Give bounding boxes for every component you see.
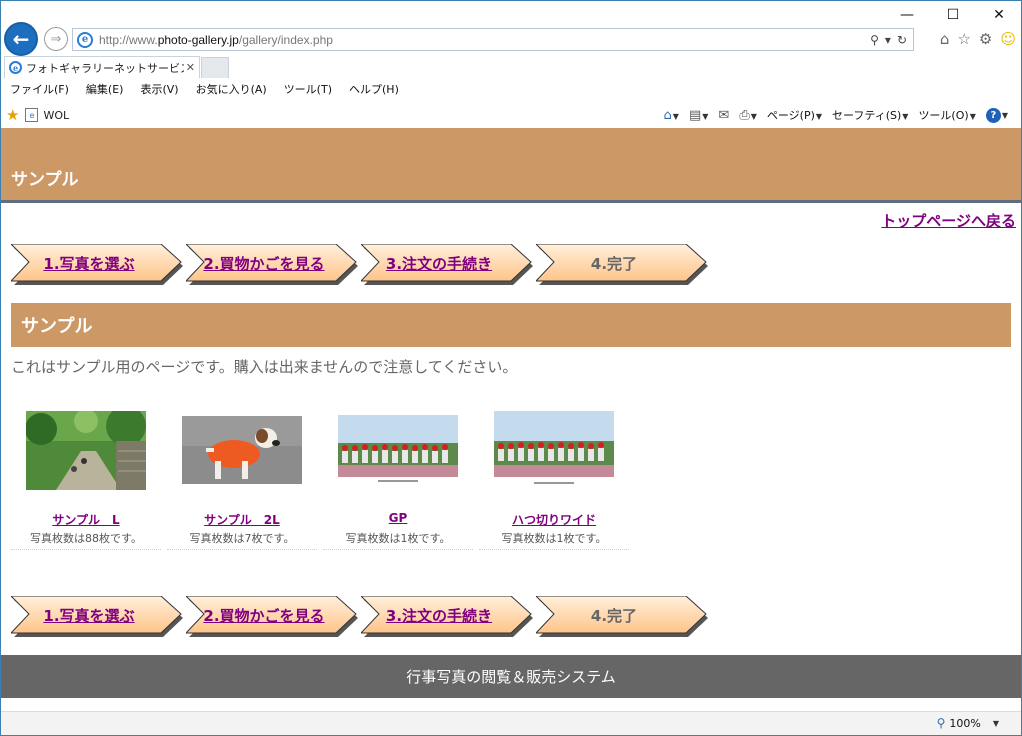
section-title: サンプル [11, 303, 1011, 347]
gallery-item-link[interactable]: サンプル 2L [167, 511, 317, 528]
tab-bar: e フォトギャラリーネットサービス|c4f... ✕ [0, 56, 1022, 78]
step-2-label[interactable]: 2.買物かごを見る [194, 596, 334, 634]
ie-page-icon: e [77, 31, 93, 48]
garden-path-thumbnail[interactable] [26, 411, 146, 490]
minimize-icon[interactable]: — [884, 0, 930, 30]
gallery-item-link[interactable]: ハつ切りワイド [479, 511, 629, 528]
menu-favorites[interactable]: お気に入り(A) [196, 81, 267, 97]
gallery: サンプル L 写真枚数は88枚です。 サンプル 2L 写真枚数は7枚です。 GP [11, 404, 629, 550]
settings-gear-icon[interactable]: ⚙ [979, 30, 992, 48]
menu-help[interactable]: ヘルプ(H) [349, 81, 399, 97]
step-2-bottom[interactable]: 2.買物かごを見る [186, 596, 358, 637]
gallery-item-count: 写真枚数は1枚です。 [345, 532, 451, 545]
step-2-top[interactable]: 2.買物かごを見る [186, 244, 358, 285]
back-arrow-icon[interactable]: ← [4, 22, 38, 56]
step-2-label[interactable]: 2.買物かごを見る [194, 244, 334, 282]
favorite-wol-link[interactable]: WOL [43, 109, 69, 122]
page-menu[interactable]: ページ(P)▼ [767, 107, 822, 123]
home-icon: ⌂ [663, 107, 672, 123]
new-tab-button[interactable] [201, 57, 229, 78]
browser-right-icons: ⌂ ☆ ⚙ ☺ [940, 30, 1016, 48]
step-4-bottom: 4.完了 [536, 596, 708, 637]
dropdown-icon[interactable]: ▾ [885, 33, 891, 47]
gallery-item-count: 写真枚数は1枚です。 [501, 532, 607, 545]
feeds-menu[interactable]: ▤▼ [689, 108, 708, 123]
home-icon[interactable]: ⌂ [940, 30, 950, 48]
status-bar: ⚲ 100% ▼ [1, 711, 1021, 735]
site-footer: 行事写真の閲覧＆販売システム [1, 655, 1021, 698]
help-menu[interactable]: ? ▼ [985, 107, 1008, 123]
close-window-icon[interactable]: ✕ [976, 0, 1022, 30]
step-4-label: 4.完了 [590, 606, 638, 625]
gallery-item-link[interactable]: GP [323, 511, 473, 525]
step-3-bottom[interactable]: 3.注文の手続き [361, 596, 533, 637]
favorites-bar: ★ e WOL ⌂▼ ▤▼ ✉ ⎙▼ ページ(P)▼ セーフティ(S)▼ ツール… [0, 102, 1022, 128]
zoom-control[interactable]: ⚲ 100% ▼ [937, 716, 999, 730]
menu-view[interactable]: 表示(V) [140, 81, 178, 97]
zoom-dropdown-icon[interactable]: ▼ [993, 719, 999, 728]
menu-edit[interactable]: 編集(E) [86, 81, 124, 97]
address-bar[interactable]: e http://www.photo-gallery.jp/gallery/in… [72, 28, 914, 51]
dog-thumbnail[interactable] [182, 416, 302, 484]
step-1-label[interactable]: 1.写真を選ぶ [19, 596, 159, 634]
smiley-icon[interactable]: ☺ [1000, 30, 1016, 48]
tab-ie-icon: e [9, 61, 22, 74]
help-icon: ? [985, 107, 1001, 123]
printer-icon: ⎙ [739, 107, 750, 123]
command-bar: ⌂▼ ▤▼ ✉ ⎙▼ ページ(P)▼ セーフティ(S)▼ ツール(O)▼ ? ▼ [664, 102, 1008, 128]
step-1-top[interactable]: 1.写真を選ぶ [11, 244, 183, 285]
gallery-item: サンプル L 写真枚数は88枚です。 [11, 404, 161, 550]
step-4-top: 4.完了 [536, 244, 708, 285]
gallery-item-count: 写真枚数は7枚です。 [189, 532, 295, 545]
safety-menu[interactable]: セーフティ(S)▼ [832, 107, 908, 123]
home-menu[interactable]: ⌂▼ [664, 108, 679, 123]
forward-arrow-icon[interactable]: ⇒ [44, 27, 68, 51]
maximize-icon[interactable]: ☐ [930, 0, 976, 30]
search-icon[interactable]: ⚲ [870, 33, 879, 47]
tab-active[interactable]: e フォトギャラリーネットサービス|c4f... ✕ [4, 56, 200, 78]
zoom-level: 100% [949, 716, 981, 730]
sample-notice: これはサンプル用のページです。購入は出来ませんので注意してください。 [11, 358, 518, 376]
browser-chrome: — ☐ ✕ ← ⇒ e http://www.photo-gallery.jp/… [0, 0, 1022, 128]
print-menu[interactable]: ⎙▼ [739, 108, 757, 123]
zoom-magnifier-icon: ⚲ [936, 716, 946, 730]
gallery-item: GP 写真枚数は1枚です。 [323, 404, 473, 550]
site-title: サンプル [11, 170, 79, 190]
url-text[interactable]: http://www.photo-gallery.jp/gallery/inde… [99, 33, 870, 47]
group-photo-thumbnail[interactable] [338, 415, 458, 485]
refresh-icon[interactable]: ↻ [897, 33, 907, 47]
back-to-top-page-link[interactable]: トップページへ戻る [881, 210, 1016, 231]
gallery-item: ハつ切りワイド 写真枚数は1枚です。 [479, 404, 629, 550]
menu-bar: ファイル(F) 編集(E) 表示(V) お気に入り(A) ツール(T) ヘルプ(… [0, 78, 1022, 100]
tab-title: フォトギャラリーネットサービス|c4f... [26, 61, 184, 75]
menu-file[interactable]: ファイル(F) [10, 81, 69, 97]
favorites-star-icon[interactable]: ☆ [957, 30, 970, 48]
favorite-page-icon: e [25, 108, 39, 122]
gallery-item-link[interactable]: サンプル L [11, 511, 161, 528]
site-header: サンプル [1, 128, 1021, 203]
step-3-top[interactable]: 3.注文の手続き [361, 244, 533, 285]
tab-close-icon[interactable]: ✕ [186, 61, 195, 74]
step-3-label[interactable]: 3.注文の手続き [369, 244, 509, 282]
gallery-item: サンプル 2L 写真枚数は7枚です。 [167, 404, 317, 550]
window-controls: — ☐ ✕ [884, 0, 1022, 30]
gallery-item-count: 写真枚数は88枚です。 [30, 532, 142, 545]
tools-menu[interactable]: ツール(O)▼ [918, 107, 975, 123]
step-4-label: 4.完了 [590, 254, 638, 273]
step-3-label[interactable]: 3.注文の手続き [369, 596, 509, 634]
menu-tools[interactable]: ツール(T) [284, 81, 332, 97]
rss-icon: ▤ [688, 107, 702, 123]
step-1-bottom[interactable]: 1.写真を選ぶ [11, 596, 183, 637]
favorites-add-icon[interactable]: ★ [6, 106, 19, 124]
step-1-label[interactable]: 1.写真を選ぶ [19, 244, 159, 282]
mail-icon[interactable]: ✉ [718, 108, 729, 123]
group-photo-wide-thumbnail[interactable] [494, 411, 614, 489]
steps-nav-top: 1.写真を選ぶ 2.買物かごを見る 3.注文の手続き 4.完了 [11, 244, 708, 285]
footer-text: 行事写真の閲覧＆販売システム [406, 668, 616, 686]
steps-nav-bottom: 1.写真を選ぶ 2.買物かごを見る 3.注文の手続き 4.完了 [11, 596, 708, 637]
